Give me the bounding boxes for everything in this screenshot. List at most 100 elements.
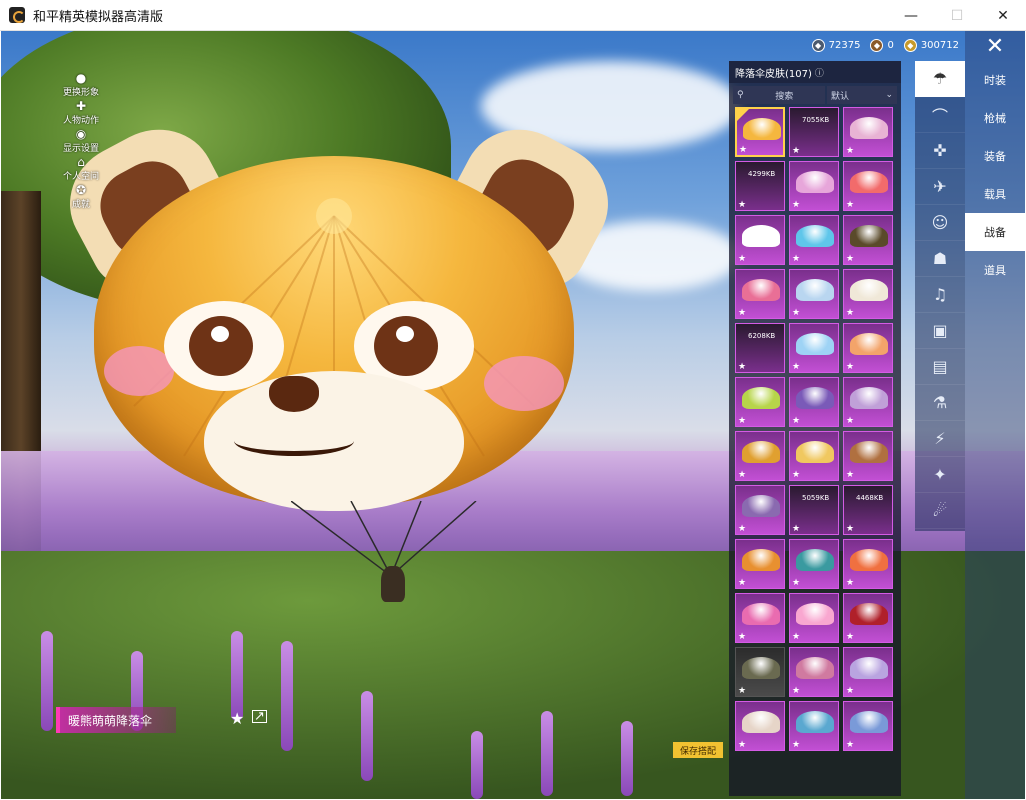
skin-item[interactable]: ★ (843, 161, 893, 211)
star-icon[interactable]: ★ (792, 146, 800, 156)
spray-icon[interactable]: ▣ (915, 313, 965, 349)
star-icon[interactable]: ★ (846, 578, 854, 588)
star-icon[interactable]: ★ (738, 632, 746, 642)
star-icon[interactable]: ★ (738, 740, 746, 750)
skin-item[interactable]: ★ (789, 323, 839, 373)
star-icon[interactable]: ★ (846, 740, 854, 750)
skin-item[interactable]: ★ (843, 701, 893, 751)
skin-item[interactable]: ★ (789, 539, 839, 589)
skin-item[interactable]: ★ (789, 269, 839, 319)
star-icon[interactable]: ★ (792, 686, 800, 696)
skin-item[interactable]: 7055KB ★ (789, 107, 839, 157)
star-icon[interactable]: ★ (738, 254, 746, 264)
skin-item[interactable]: ★ (843, 323, 893, 373)
star-icon[interactable]: ★ (738, 524, 746, 534)
skin-item[interactable]: ★ (843, 593, 893, 643)
preview-scene[interactable]: ● 更换形象 ✚ 人物动作 ◉ 显示设置 ⌂ 个人空间 ✪ 成就 ◆ 72375 ◆ 0 ◆ 3… (1, 31, 1025, 799)
star-icon[interactable]: ★ (792, 308, 800, 318)
category-tab[interactable]: 道具 (965, 251, 1025, 289)
drone-icon[interactable]: ✜ (915, 133, 965, 169)
category-tab[interactable]: 时装 (965, 61, 1025, 99)
minimize-button[interactable]: — (888, 0, 934, 31)
star-icon[interactable]: ★ (738, 686, 746, 696)
side-item-space[interactable]: ⌂ 个人空间 (51, 155, 111, 183)
skin-item[interactable]: ★ (789, 431, 839, 481)
star-icon[interactable]: ★ (792, 578, 800, 588)
share-icon[interactable]: ↗ (252, 709, 267, 724)
skin-item[interactable]: 4468KB ★ (843, 485, 893, 535)
star-icon[interactable]: ★ (846, 524, 854, 534)
skin-item[interactable]: ★ (843, 377, 893, 427)
sparkle-icon[interactable]: ✦ (915, 457, 965, 493)
side-item-display[interactable]: ◉ 显示设置 (51, 127, 111, 155)
star-icon[interactable]: ★ (846, 146, 854, 156)
star-icon[interactable]: ★ (846, 200, 854, 210)
star-icon[interactable]: ★ (792, 524, 800, 534)
side-item-action[interactable]: ✚ 人物动作 (51, 99, 111, 127)
skin-item[interactable]: ★ (843, 647, 893, 697)
skin-item[interactable]: ★ (843, 215, 893, 265)
star-icon[interactable]: ★ (738, 308, 746, 318)
category-tab[interactable]: 战备 (965, 213, 1025, 251)
sound-icon[interactable]: ♫ (915, 277, 965, 313)
star-icon[interactable]: ★ (792, 470, 800, 480)
star-icon[interactable]: ★ (792, 362, 800, 372)
skin-item[interactable]: ★ (843, 107, 893, 157)
category-tab[interactable]: 载具 (965, 175, 1025, 213)
star-icon[interactable]: ★ (792, 254, 800, 264)
parachute-icon[interactable]: ☂ (915, 61, 965, 97)
save-outfit-button[interactable]: 保存搭配 (673, 742, 723, 758)
star-icon[interactable]: ★ (846, 632, 854, 642)
skin-item[interactable]: ★ (843, 539, 893, 589)
star-icon[interactable]: ★ (738, 200, 746, 210)
skin-item[interactable]: ★ (735, 593, 785, 643)
skin-item[interactable]: ★ (843, 431, 893, 481)
photo-icon[interactable]: ▤ (915, 349, 965, 385)
skin-item[interactable]: ★ (789, 377, 839, 427)
star-icon[interactable]: ★ (738, 416, 746, 426)
skin-item[interactable]: 4299KB ★ (735, 161, 785, 211)
glider-icon[interactable]: ⌒ (915, 97, 965, 133)
skin-item[interactable]: ★ (735, 701, 785, 751)
star-icon[interactable]: ★ (739, 145, 747, 155)
skin-item[interactable]: ★ (735, 539, 785, 589)
star-icon[interactable]: ★ (846, 470, 854, 480)
skin-item[interactable]: ★ (789, 161, 839, 211)
skin-item[interactable]: ★ (789, 701, 839, 751)
search-input[interactable]: ⚲ 搜索 (733, 86, 825, 104)
star-icon[interactable]: ★ (846, 686, 854, 696)
maximize-button[interactable]: ☐ (934, 0, 980, 31)
skin-item[interactable]: ★ (735, 377, 785, 427)
star-icon[interactable]: ★ (792, 416, 800, 426)
star-icon[interactable]: ★ (792, 200, 800, 210)
skin-item[interactable]: 6208KB ★ (735, 323, 785, 373)
star-icon[interactable]: ★ (846, 362, 854, 372)
skin-item[interactable]: ★ (735, 107, 785, 157)
emote-icon[interactable]: ☺ (915, 205, 965, 241)
category-tab[interactable]: 枪械 (965, 99, 1025, 137)
star-icon[interactable]: ★ (738, 362, 746, 372)
extinguisher-icon[interactable]: ⚗ (915, 385, 965, 421)
star-icon[interactable]: ★ (846, 308, 854, 318)
plane-icon[interactable]: ✈ (915, 169, 965, 205)
star-icon[interactable]: ★ (230, 709, 244, 728)
skin-item[interactable]: ★ (735, 431, 785, 481)
ufo-icon[interactable]: ☄ (915, 493, 965, 529)
skin-item[interactable]: ★ (735, 485, 785, 535)
category-tab[interactable]: 装备 (965, 137, 1025, 175)
star-icon[interactable]: ★ (738, 470, 746, 480)
skin-item[interactable]: ★ (735, 215, 785, 265)
side-item-change-look[interactable]: ● 更换形象 (51, 71, 111, 99)
skin-item[interactable]: ★ (789, 647, 839, 697)
signal-icon[interactable]: ⚡ (915, 421, 965, 457)
close-window-button[interactable]: ✕ (980, 0, 1026, 31)
star-icon[interactable]: ★ (738, 578, 746, 588)
star-icon[interactable]: ★ (846, 254, 854, 264)
skin-item[interactable]: ★ (843, 269, 893, 319)
star-icon[interactable]: ★ (792, 632, 800, 642)
robot-icon[interactable]: ☗ (915, 241, 965, 277)
sort-select[interactable]: 默认 ⌄ (827, 86, 897, 104)
skin-item[interactable]: ★ (789, 593, 839, 643)
skin-item[interactable]: ★ (789, 215, 839, 265)
info-icon[interactable]: ⓘ (815, 66, 824, 79)
